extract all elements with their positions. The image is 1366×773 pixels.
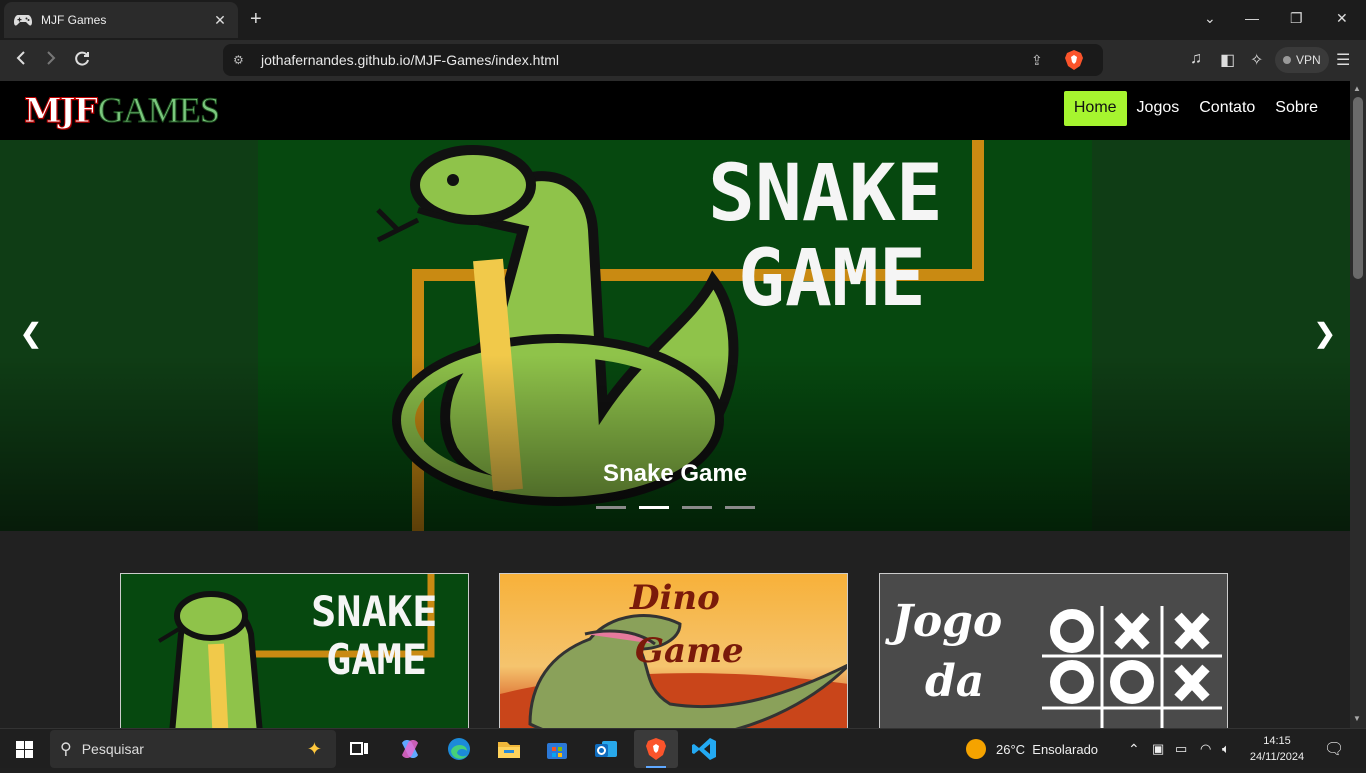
task-view-icon[interactable] [348,735,378,763]
media-icon[interactable]: ♫ [1190,50,1202,68]
sidebar-icon[interactable]: ◧ [1220,50,1235,70]
carousel-indicator-4[interactable] [725,506,755,509]
card-dino-line1: Dino [629,578,720,618]
address-bar[interactable]: ⚙ jothafernandes.github.io/MJF-Games/ind… [223,44,1103,76]
carousel-next-button[interactable]: ❯ [1314,318,1336,349]
close-window-button[interactable]: ✕ [1336,10,1348,27]
menu-home[interactable]: Home [1063,91,1127,126]
wifi-icon[interactable]: ◠ [1200,729,1211,769]
tab-mjf-games[interactable]: MJF Games ✕ [4,2,238,38]
search-placeholder: Pesquisar [81,741,144,757]
volume-icon[interactable]: 🔈︎ [1222,729,1230,769]
menu-sobre[interactable]: Sobre [1265,91,1328,126]
card-snake-line2: GAME [326,635,427,684]
vpn-label: VPN [1296,53,1321,67]
tab-title: MJF Games [41,13,107,27]
minimize-button[interactable]: — [1245,10,1259,26]
card-dino-line2: Game [635,631,744,671]
main-menu: Home Jogos Contato Sobre [1063,91,1328,126]
vpn-button[interactable]: VPN [1275,47,1329,73]
tab-list-chevron-icon[interactable]: ⌄ [1204,10,1216,27]
windows-start-icon[interactable] [16,741,33,763]
menu-jogos[interactable]: Jogos [1127,91,1190,126]
clock-time: 14:15 [1263,735,1291,747]
tab-strip: MJF Games ✕ + ⌄ — ❐ ✕ [0,0,1366,40]
taskbar-search[interactable]: ⚲ Pesquisar ✦ [50,730,336,768]
new-tab-button[interactable]: + [250,9,262,29]
hero-carousel: SNAKE GAME ❮ ❯ Snake Game [0,140,1350,531]
notifications-icon[interactable]: 🗨︎ [1324,729,1344,769]
taskbar-clock[interactable]: 14:15 24/11/2024 [1246,733,1308,765]
carousel-indicator-1[interactable] [596,506,626,509]
edge-icon[interactable] [445,735,475,763]
site-settings-icon[interactable]: ⚙ [233,53,249,67]
copilot-sparkle-icon: ✦ [306,738,322,759]
site-navbar: MJF GAMES Home Jogos Contato Sobre [0,81,1350,140]
page-viewport: MJF GAMES Home Jogos Contato Sobre ❮ ❯ S… [0,81,1350,728]
url-text: jothafernandes.github.io/MJF-Games/index… [261,52,560,68]
restore-button[interactable]: ❐ [1290,10,1303,27]
weather-text: 26°C Ensolarado [996,741,1099,757]
menu-icon[interactable]: ☰ [1336,50,1350,70]
gamepad-icon [14,13,32,27]
vpn-status-icon [1283,56,1291,64]
logo-mjf: MJF [24,91,99,132]
scroll-up-icon[interactable]: ▲ [1353,84,1361,93]
search-icon: ⚲ [60,741,72,758]
windows-taskbar: ⚲ Pesquisar ✦ 26°C Ensolarado ⌃ ▣ ▭ ◠ 🔈︎… [0,728,1366,768]
card-velha-line2: da [925,656,984,707]
scroll-down-icon[interactable]: ▼ [1353,714,1361,723]
forward-button[interactable] [45,50,57,70]
card-snake-game[interactable]: SNAKE GAME [120,573,469,728]
show-hidden-icons-chevron-icon[interactable]: ⌃ [1128,729,1140,769]
file-explorer-icon[interactable] [495,735,525,763]
browser-toolbar: ⚙ jothafernandes.github.io/MJF-Games/ind… [0,40,1366,81]
card-dino-game[interactable]: Dino Game [499,573,848,728]
card-velha-line1: Jogo [885,596,1002,647]
brave-shields-icon[interactable] [1065,50,1083,70]
copilot-icon[interactable] [396,735,426,763]
close-tab-icon[interactable]: ✕ [212,12,228,29]
carousel-prev-button[interactable]: ❮ [20,318,42,349]
card-jogo-da-velha[interactable]: Jogo da [879,573,1228,728]
leo-ai-icon[interactable]: ✧ [1250,50,1263,70]
weather-widget[interactable]: 26°C Ensolarado [966,729,1098,769]
scrollbar-thumb[interactable] [1353,97,1363,279]
logo-games: GAMES [97,90,220,131]
battery-icon[interactable]: ▭ [1175,729,1187,769]
meet-now-icon[interactable]: ▣ [1152,729,1164,769]
reload-button[interactable] [73,50,91,72]
clock-date: 24/11/2024 [1249,751,1305,763]
menu-contato[interactable]: Contato [1189,91,1265,126]
page-scrollbar[interactable]: ▲ ▼ [1350,81,1366,728]
carousel-indicators [596,506,755,509]
carousel-indicator-3[interactable] [682,506,712,509]
share-icon[interactable]: ⇪ [1031,52,1051,69]
card-snake-line1: SNAKE [311,587,437,636]
brave-taskbar-icon[interactable] [634,730,678,768]
microsoft-store-icon[interactable] [543,735,573,763]
carousel-indicator-2[interactable] [639,506,669,509]
site-logo[interactable]: MJF GAMES [24,90,221,132]
outlook-icon[interactable] [592,735,622,763]
slide-caption: Snake Game [602,460,748,487]
back-button[interactable] [15,50,27,70]
vscode-icon[interactable] [690,735,720,763]
sun-icon [966,739,986,759]
